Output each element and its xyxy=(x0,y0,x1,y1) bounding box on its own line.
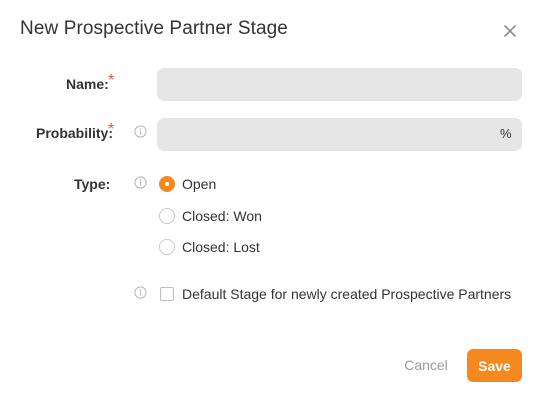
type-info-icon[interactable] xyxy=(134,176,147,189)
default-stage-info-icon[interactable] xyxy=(134,286,147,299)
close-button[interactable] xyxy=(500,21,520,41)
radio-closed-won-label: Closed: Won xyxy=(182,208,262,224)
type-option-open[interactable]: Open xyxy=(159,175,216,193)
default-stage-option[interactable]: Default Stage for newly created Prospect… xyxy=(160,286,511,302)
type-option-closed-lost[interactable]: Closed: Lost xyxy=(159,238,260,256)
default-stage-checkbox[interactable] xyxy=(160,287,174,301)
probability-label: Probability: xyxy=(36,125,114,141)
dialog-title: New Prospective Partner Stage xyxy=(20,18,288,39)
default-stage-label: Default Stage for newly created Prospect… xyxy=(182,286,512,302)
close-icon xyxy=(504,25,516,37)
name-label-group: Name: * xyxy=(66,72,114,92)
probability-input[interactable] xyxy=(157,118,522,151)
probability-label-group: Probability: * xyxy=(36,121,114,141)
name-label: Name: xyxy=(66,76,109,92)
radio-closed-lost-label: Closed: Lost xyxy=(182,239,260,255)
radio-closed-lost[interactable] xyxy=(159,239,175,255)
percent-suffix: % xyxy=(500,126,512,141)
radio-closed-won[interactable] xyxy=(159,208,175,224)
cancel-button[interactable]: Cancel xyxy=(395,352,457,378)
name-required-mark: * xyxy=(108,72,115,89)
new-stage-dialog: New Prospective Partner Stage Name: * Pro… xyxy=(0,0,536,400)
type-option-closed-won[interactable]: Closed: Won xyxy=(159,207,262,225)
save-button[interactable]: Save xyxy=(467,349,522,382)
name-input[interactable] xyxy=(157,68,522,101)
probability-info-icon[interactable] xyxy=(134,125,147,138)
radio-open-label: Open xyxy=(182,176,217,192)
radio-open[interactable] xyxy=(159,176,175,192)
probability-required-mark: * xyxy=(108,121,115,138)
type-label: Type: xyxy=(74,176,111,192)
